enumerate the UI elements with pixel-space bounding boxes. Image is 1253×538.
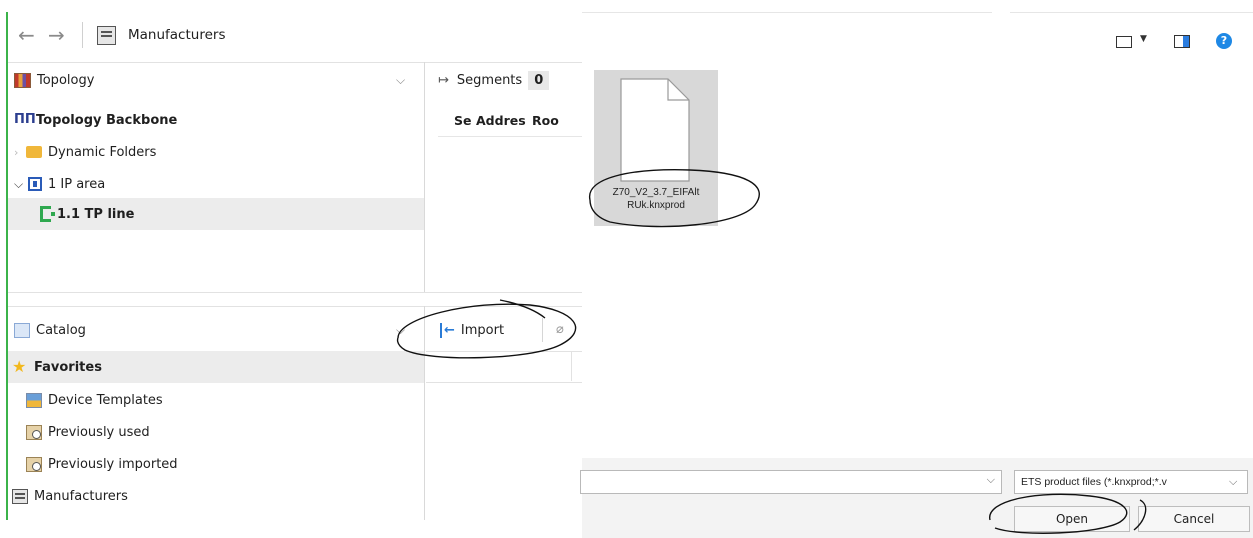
column-header[interactable]: Se (454, 113, 472, 128)
view-mode-icon[interactable] (1116, 36, 1132, 48)
tree-item-topology-backbone[interactable]: ΠΠ Topology Backbone (14, 104, 424, 136)
document-icon (620, 78, 690, 182)
preview-pane-icon[interactable] (1174, 35, 1190, 48)
open-button[interactable]: Open (1014, 506, 1130, 532)
device-template-icon (26, 392, 42, 408)
catalog-item-previously-used[interactable]: Previously used (26, 416, 150, 448)
tree-item-label: Topology Backbone (36, 112, 178, 128)
manufacturers-icon (97, 25, 116, 45)
chevron-down-icon[interactable]: ⌵ (14, 177, 28, 192)
import-button[interactable]: ← Import (440, 314, 504, 346)
segments-tab[interactable]: ↦ Segments 0 (438, 64, 550, 96)
catalog-item-label: Previously imported (48, 456, 178, 472)
manufacturers-icon (12, 488, 28, 504)
catalog-item-label: Previously used (48, 424, 150, 440)
line-icon (40, 206, 55, 222)
back-button[interactable]: ← (18, 23, 48, 47)
open-button-label: Open (1055, 512, 1089, 526)
catalog-item-previously-imported[interactable]: Previously imported (26, 448, 178, 480)
backbone-icon: ΠΠ (14, 112, 36, 127)
chevron-down-icon[interactable]: ⌵ (1229, 475, 1237, 489)
segments-icon: ↦ (438, 72, 449, 88)
chevron-right-icon[interactable]: › (14, 146, 26, 159)
pane-splitter[interactable] (424, 306, 425, 520)
topology-header-label: Topology (37, 72, 95, 88)
divider (8, 306, 582, 307)
topology-icon (14, 72, 31, 88)
divider (8, 62, 582, 63)
file-name-line: RUk.knxprod (627, 200, 685, 211)
pane-splitter[interactable] (424, 62, 425, 292)
history-icon (26, 424, 42, 440)
chevron-down-icon[interactable]: ⌵ (987, 473, 995, 487)
file-type-filter[interactable]: ETS product files (*.knxprod;*.v ⌵ (1014, 470, 1248, 494)
catalog-item-label: Favorites (34, 359, 102, 375)
window-accent-edge (6, 12, 8, 520)
import-icon: ← (440, 322, 455, 338)
toolbar-separator (542, 318, 543, 342)
star-icon: ★ (12, 357, 27, 376)
tree-item-tp-line[interactable]: 1.1 TP line (8, 198, 424, 230)
catalog-icon (14, 322, 30, 338)
chevron-down-icon[interactable]: ▼ (1140, 34, 1147, 44)
file-name-input[interactable]: ⌵ (580, 470, 1002, 494)
file-open-dialog: ▼ ? Z70_V2_3.7_EIFAlt RUk.knxprod ⌵ ETS … (580, 0, 1253, 538)
divider (1010, 12, 1253, 13)
divider (438, 136, 582, 137)
catalog-header-label: Catalog (36, 322, 86, 338)
chevron-down-icon[interactable]: ⌵ (396, 323, 405, 338)
history-icon (26, 456, 42, 472)
tree-item-label: Dynamic Folders (48, 144, 157, 160)
file-item[interactable]: Z70_V2_3.7_EIFAlt RUk.knxprod (594, 70, 718, 226)
tree-item-label: 1.1 TP line (57, 206, 135, 222)
column-header[interactable]: Roo (532, 113, 572, 128)
cancel-button-label: Cancel (1173, 512, 1215, 526)
topology-panel-header[interactable]: Topology ⌵ (14, 64, 414, 96)
file-name-line: Z70_V2_3.7_EIFAlt (612, 187, 700, 198)
segments-label: Segments (456, 72, 523, 88)
column-header[interactable]: Addres (476, 113, 530, 128)
help-icon[interactable]: ? (1216, 33, 1232, 49)
segments-count-badge: 0 (528, 70, 550, 90)
forward-button[interactable]: → (48, 23, 82, 47)
tree-item-label: 1 IP area (48, 176, 106, 192)
folder-icon (26, 146, 42, 158)
catalog-panel-header[interactable]: Catalog ⌵ (14, 312, 414, 348)
area-icon (28, 177, 42, 191)
catalog-table-header (426, 351, 582, 383)
catalog-item-favorites[interactable]: ★ Favorites (8, 351, 424, 383)
segments-table-header: Se Addres Roo (454, 104, 572, 136)
ets-window: ← → Manufacturers Topology ⌵ ΠΠ Topology… (0, 0, 582, 538)
divider (8, 292, 582, 293)
catalog-item-label: Manufacturers (34, 488, 128, 504)
file-type-filter-label: ETS product files (*.knxprod;*.v (1021, 476, 1167, 488)
catalog-item-device-templates[interactable]: Device Templates (26, 384, 163, 416)
catalog-item-manufacturers[interactable]: Manufacturers (12, 480, 128, 512)
tree-item-dynamic-folders[interactable]: › Dynamic Folders (14, 136, 424, 168)
tree-item-ip-area[interactable]: ⌵ 1 IP area (14, 168, 424, 200)
file-name: Z70_V2_3.7_EIFAlt RUk.knxprod (594, 186, 718, 212)
navigation-bar: ← → Manufacturers (18, 20, 225, 50)
nav-separator (82, 22, 83, 48)
nav-title[interactable]: Manufacturers (128, 27, 225, 43)
cancel-button[interactable]: Cancel (1138, 506, 1250, 532)
import-label: Import (460, 322, 505, 338)
more-tools-icon[interactable]: ⌀ (556, 322, 564, 337)
catalog-item-label: Device Templates (48, 392, 163, 408)
divider (571, 351, 572, 381)
divider (582, 12, 992, 13)
chevron-down-icon[interactable]: ⌵ (396, 73, 405, 88)
